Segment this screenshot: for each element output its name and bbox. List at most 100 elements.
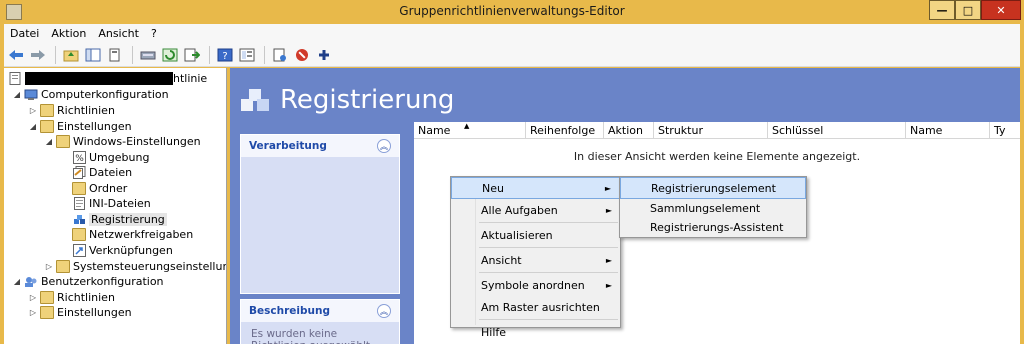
- tree-item-netzwerkfreigaben[interactable]: Netzwerkfreigaben: [72, 227, 193, 242]
- tree-item-systemsteuerungseinstellungen[interactable]: ▷ Systemsteuerungseinstellungen: [44, 259, 226, 274]
- column-label: Reihenfolge: [530, 123, 596, 137]
- up-folder-icon[interactable]: [61, 45, 81, 65]
- registry-icon: [238, 83, 272, 117]
- tree-item-richtlinien-user[interactable]: ▷ Richtlinien: [28, 290, 115, 305]
- column-name-2[interactable]: Name: [906, 122, 990, 138]
- menu-item-registrierungselement[interactable]: Registrierungselement: [620, 177, 806, 199]
- help-icon[interactable]: ?: [215, 45, 235, 65]
- menu-help[interactable]: ?: [145, 27, 163, 40]
- menu-item-aktualisieren[interactable]: Aktualisieren: [451, 224, 620, 246]
- title-bar[interactable]: Gruppenrichtlinienverwaltungs-Editor — □…: [0, 0, 1024, 24]
- column-reihenfolge[interactable]: Reihenfolge: [526, 122, 604, 138]
- svg-text:?: ?: [222, 51, 227, 62]
- properties-icon[interactable]: [138, 45, 158, 65]
- maximize-button[interactable]: □: [955, 0, 981, 20]
- tree-item-windows-einstellungen[interactable]: ◢ Windows-Einstellungen: [44, 134, 201, 149]
- refresh-icon[interactable]: [160, 45, 180, 65]
- show-hide-tree-icon[interactable]: [83, 45, 103, 65]
- tree-item-label: Verknüpfungen: [89, 244, 173, 257]
- tree-item-registrierung[interactable]: Registrierung: [72, 212, 167, 227]
- processing-panel-header[interactable]: Verarbeitung ︽: [241, 135, 399, 157]
- tree-item-label: Windows-Einstellungen: [73, 135, 201, 148]
- panel-title: Verarbeitung: [249, 140, 327, 152]
- expand-triangle-icon[interactable]: ▷: [28, 106, 38, 115]
- tree-item-label: Einstellungen: [57, 306, 132, 319]
- menu-item-ansicht[interactable]: Ansicht ►: [451, 249, 620, 271]
- minimize-button[interactable]: —: [929, 0, 955, 20]
- menu-item-registrierungs-assistent[interactable]: Registrierungs-Assistent: [620, 218, 806, 237]
- tree-item-ini-dateien[interactable]: INI-Dateien: [72, 196, 151, 211]
- menu-item-label: Registrierungs-Assistent: [650, 221, 784, 234]
- toolbar-separator: [209, 45, 210, 64]
- back-icon[interactable]: [6, 45, 26, 65]
- expand-triangle-icon[interactable]: ▷: [28, 293, 38, 302]
- files-icon: [72, 166, 86, 179]
- menu-item-label: Sammlungselement: [650, 202, 761, 215]
- collapse-icon[interactable]: ︽: [377, 139, 391, 153]
- users-icon: [24, 275, 38, 288]
- collapse-triangle-icon[interactable]: ◢: [28, 122, 38, 131]
- column-label: Struktur: [658, 123, 703, 137]
- expand-triangle-icon[interactable]: ▷: [44, 262, 54, 271]
- column-aktion[interactable]: Aktion: [604, 122, 654, 138]
- tree-item-label: Netzwerkfreigaben: [89, 228, 194, 241]
- column-label: Aktion: [608, 123, 643, 137]
- window-title: Gruppenrichtlinienverwaltungs-Editor: [399, 4, 625, 18]
- column-label: Ty: [994, 123, 1006, 137]
- menu-item-alle-aufgaben[interactable]: Alle Aufgaben ►: [451, 199, 620, 221]
- column-struktur[interactable]: Struktur: [654, 122, 768, 138]
- menu-ansicht[interactable]: Ansicht: [92, 27, 145, 40]
- tree-item-verknuepfungen[interactable]: Verknüpfungen: [72, 243, 173, 258]
- tree-root-label: htlinie: [173, 72, 208, 85]
- tree-item-label: Umgebung: [89, 151, 150, 164]
- export-icon[interactable]: [182, 45, 202, 65]
- environment-icon: %: [72, 151, 86, 164]
- menu-item-neu[interactable]: Neu ►: [451, 177, 620, 199]
- tree-item-dateien[interactable]: Dateien: [72, 165, 132, 180]
- tree-item-label: Richtlinien: [57, 104, 115, 117]
- expand-triangle-icon[interactable]: ▷: [28, 308, 38, 317]
- collapse-icon[interactable]: ︽: [377, 304, 391, 318]
- page-banner: Registrierung: [238, 80, 454, 120]
- page-title: Registrierung: [280, 85, 455, 115]
- delete-icon[interactable]: [292, 45, 312, 65]
- submenu-arrow-icon: ►: [605, 255, 612, 265]
- menu-datei[interactable]: Datei: [4, 27, 45, 40]
- folder-open-icon: [40, 120, 54, 133]
- collapse-triangle-icon[interactable]: ◢: [44, 137, 54, 146]
- tree-root[interactable]: htlinie: [8, 71, 207, 86]
- folder-icon: [72, 182, 86, 195]
- menu-item-symbole-anordnen[interactable]: Symbole anordnen ►: [451, 274, 620, 296]
- column-label: Name: [418, 123, 451, 137]
- menu-aktion[interactable]: Aktion: [45, 27, 92, 40]
- menu-item-am-raster-ausrichten[interactable]: Am Raster ausrichten: [451, 296, 620, 318]
- collapse-triangle-icon[interactable]: ◢: [12, 90, 22, 99]
- column-label: Name: [910, 123, 943, 137]
- copy-icon[interactable]: [105, 45, 125, 65]
- close-button[interactable]: ✕: [981, 0, 1021, 20]
- tree-item-richtlinien[interactable]: ▷ Richtlinien: [28, 103, 115, 118]
- folder-icon: [40, 104, 54, 117]
- new-icon[interactable]: [270, 45, 290, 65]
- menu-item-label: Registrierungselement: [651, 181, 776, 195]
- add-icon[interactable]: [314, 45, 334, 65]
- menu-separator: [479, 222, 618, 223]
- tree-item-ordner[interactable]: Ordner: [72, 181, 127, 196]
- forward-icon[interactable]: [28, 45, 48, 65]
- column-schluessel[interactable]: Schlüssel: [768, 122, 906, 138]
- tree-item-label: Dateien: [89, 166, 133, 179]
- column-name[interactable]: Name ▲: [414, 122, 526, 138]
- submenu-neu: Registrierungselement Sammlungselement R…: [619, 176, 807, 238]
- tree-item-umgebung[interactable]: % Umgebung: [72, 150, 149, 165]
- description-panel-header[interactable]: Beschreibung ︽: [241, 300, 399, 322]
- tree-item-benutzerkonfiguration[interactable]: ◢ Benutzerkonfiguration: [12, 274, 164, 289]
- tree-item-einstellungen[interactable]: ◢ Einstellungen: [28, 119, 132, 134]
- menu-item-hilfe[interactable]: Hilfe: [451, 321, 620, 343]
- view-icon[interactable]: [237, 45, 257, 65]
- menu-item-sammlungselement[interactable]: Sammlungselement: [620, 199, 806, 218]
- tree-item-einstellungen-user[interactable]: ▷ Einstellungen: [28, 305, 132, 320]
- main-window: Gruppenrichtlinienverwaltungs-Editor — □…: [0, 0, 1024, 344]
- tree-item-computerkonfiguration[interactable]: ◢ Computerkonfiguration: [12, 87, 169, 102]
- column-typ[interactable]: Ty: [990, 122, 1020, 138]
- collapse-triangle-icon[interactable]: ◢: [12, 277, 22, 286]
